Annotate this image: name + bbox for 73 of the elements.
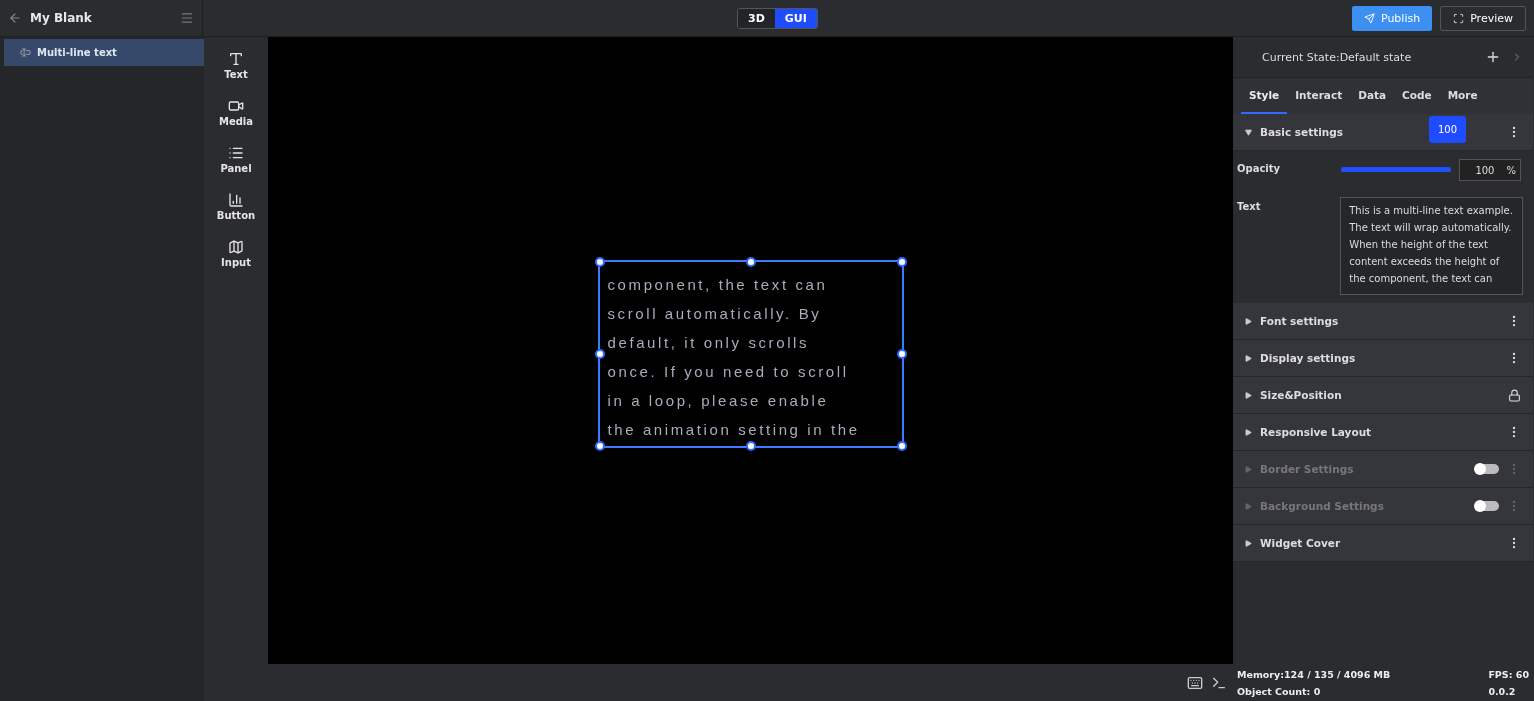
canvas-text-line: scroll automatically. By (607, 304, 822, 323)
button-widget-icon (228, 192, 244, 208)
section-header[interactable]: Basic settings 100 (1233, 114, 1533, 151)
section-title: Size&Position (1260, 389, 1343, 401)
section-header[interactable]: Widget Cover (1233, 525, 1533, 562)
section-title: Display settings (1260, 352, 1357, 364)
canvas-text-line: component, the text can (607, 275, 828, 294)
section-header[interactable]: Display settings (1233, 340, 1533, 377)
widget-button[interactable]: Media (218, 98, 254, 127)
section-header[interactable]: Size&Position (1233, 377, 1533, 414)
opacity-input[interactable]: 100 % (1459, 159, 1521, 181)
opacity-slider[interactable] (1341, 167, 1451, 172)
inspector-tab[interactable]: More (1439, 78, 1486, 114)
add-icon[interactable] (1485, 49, 1501, 65)
layer-item[interactable]: Multi-line text (4, 39, 204, 66)
field-label: Opacity (1237, 162, 1282, 174)
caret-icon (1245, 391, 1252, 399)
mode-tab[interactable]: 3D (738, 8, 775, 28)
caret-icon (1245, 465, 1252, 473)
resize-handle[interactable] (896, 440, 907, 451)
fps-readout: FPS: 60 (1488, 668, 1529, 680)
text-widget-icon (228, 51, 244, 67)
resize-handle[interactable] (745, 256, 756, 267)
section-header[interactable]: Responsive Layout (1233, 414, 1533, 451)
panel-widget-icon (228, 145, 244, 161)
keyboard-icon[interactable] (1187, 674, 1203, 691)
section-title: Widget Cover (1260, 537, 1342, 549)
inspector-tab[interactable]: Data (1350, 78, 1395, 114)
version-label: 0.0.2 (1488, 685, 1517, 697)
canvas-text-line: default, it only scrolls (607, 333, 810, 352)
resize-handle[interactable] (896, 348, 907, 359)
section-title: Border Settings (1260, 463, 1355, 475)
section-header[interactable]: Font settings (1233, 303, 1533, 340)
caret-icon (1245, 317, 1252, 325)
widget-button[interactable]: Panel (220, 145, 252, 174)
resize-handle[interactable] (594, 256, 605, 267)
input-widget-icon (228, 239, 244, 255)
resize-handle[interactable] (594, 440, 605, 451)
text-input[interactable]: This is a multi-line text example. The text will wrap automatically. When the height of the text content exceeds the height of the component, the text can (1340, 197, 1523, 295)
inspector-tab[interactable]: Code (1394, 78, 1440, 114)
canvas-text-line: the animation setting in the (607, 420, 860, 439)
object-count: Object Count: 0 (1237, 685, 1322, 697)
caret-icon (1245, 354, 1252, 362)
section-title: Basic settings (1260, 126, 1344, 138)
media-widget-icon (228, 98, 244, 114)
preview-button[interactable]: Preview (1440, 5, 1526, 31)
resize-handle[interactable] (745, 440, 756, 451)
project-title: My Blank (30, 11, 93, 25)
caret-icon (1245, 502, 1252, 510)
back-icon[interactable] (8, 11, 22, 25)
field-label: Text (1237, 200, 1262, 212)
caret-icon (1245, 539, 1252, 547)
current-state: Current State:Default state (1262, 50, 1413, 64)
fullscreen-icon (1453, 12, 1465, 24)
section-title: Background Settings (1260, 500, 1385, 512)
caret-icon (1245, 428, 1252, 436)
inspector-tab[interactable]: Interact (1287, 78, 1351, 114)
resize-handle[interactable] (896, 256, 907, 267)
resize-handle[interactable] (594, 348, 605, 359)
memory-readout: Memory:124 / 135 / 4096 MB (1237, 668, 1392, 680)
caret-icon (1245, 128, 1252, 136)
mode-tab[interactable]: GUI (774, 8, 817, 28)
section-title: Responsive Layout (1260, 426, 1373, 438)
lock-icon[interactable] (1508, 388, 1521, 402)
canvas-text-line: in a loop, please enable (607, 391, 829, 410)
canvas-text-line: once. If you need to scroll (607, 362, 849, 381)
value-tooltip: 100 (1429, 116, 1467, 143)
send-icon (1363, 12, 1375, 24)
widget-button[interactable]: Button (216, 192, 256, 221)
widget-button[interactable]: Input (221, 239, 251, 268)
section-title: Font settings (1260, 315, 1340, 327)
unit-label: % (1506, 164, 1516, 176)
widget-button[interactable]: Text (224, 51, 248, 80)
